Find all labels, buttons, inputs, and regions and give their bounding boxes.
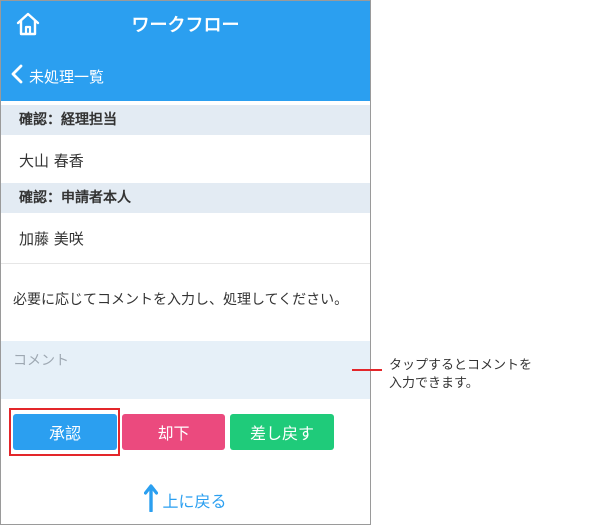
- approve-button[interactable]: 承認: [13, 414, 117, 450]
- approver-name: 加藤 美咲: [19, 230, 84, 248]
- phone-frame: ワークフロー 未処理一覧 確認：経理担当 大山 春香 確認：申請者本人 加藤 美…: [0, 0, 371, 525]
- approver-name: 大山 春香: [19, 152, 84, 170]
- approver-heading: 確認：経理担当: [1, 105, 370, 135]
- callout-line: [352, 369, 382, 371]
- chevron-left-icon: [11, 64, 29, 88]
- comment-input[interactable]: [1, 341, 370, 399]
- comment-instruction: 必要に応じてコメントを入力し、処理してください。: [13, 292, 349, 308]
- back-to-top-link[interactable]: 上に戻る: [1, 484, 370, 516]
- divider: [1, 263, 370, 264]
- home-icon: [15, 11, 41, 41]
- callout-annotation: タップするとコメントを 入力できます。: [389, 357, 594, 393]
- back-to-top-label: 上に戻る: [162, 492, 227, 511]
- callout-line-2: 入力できます。: [389, 376, 479, 391]
- home-button[interactable]: [11, 9, 45, 43]
- page-title: ワークフロー: [131, 15, 240, 36]
- approver-heading: 確認：申請者本人: [1, 183, 370, 213]
- send-back-button[interactable]: 差し戻す: [230, 414, 334, 450]
- arrow-up-icon: [144, 484, 162, 516]
- reject-button[interactable]: 却下: [122, 414, 225, 450]
- back-link-label: 未処理一覧: [29, 67, 105, 86]
- callout-line-1: タップするとコメントを: [389, 358, 533, 373]
- back-to-list-link[interactable]: 未処理一覧: [11, 61, 104, 91]
- app-header: ワークフロー: [1, 1, 370, 51]
- sub-header: 未処理一覧: [1, 51, 370, 101]
